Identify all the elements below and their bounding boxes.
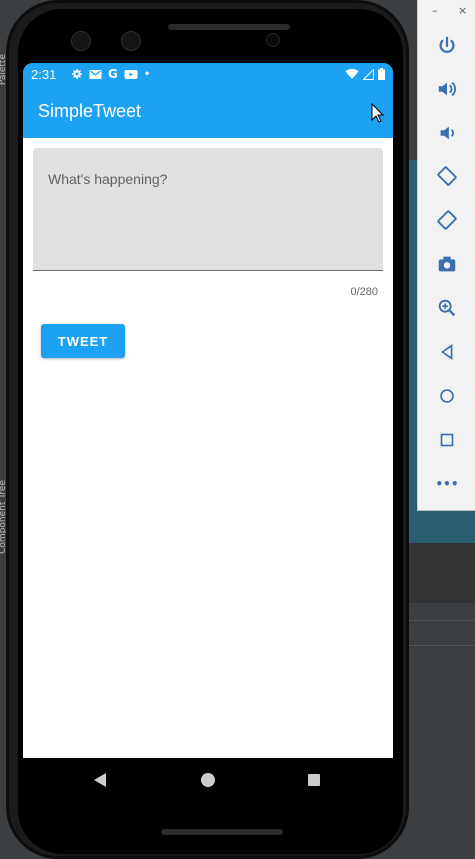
emulator-toolbar: – × ••• bbox=[417, 0, 475, 511]
front-sensor bbox=[121, 31, 141, 51]
youtube-icon bbox=[124, 69, 138, 79]
status-bar: 2:31 G • bbox=[23, 63, 393, 87]
notification-icons: G • bbox=[71, 67, 150, 81]
signal-icon bbox=[363, 68, 374, 80]
back-icon[interactable] bbox=[433, 338, 461, 366]
status-time: 2:31 bbox=[31, 67, 57, 82]
more-icon[interactable]: ••• bbox=[433, 470, 461, 498]
home-icon[interactable] bbox=[433, 382, 461, 410]
gmail-icon bbox=[89, 69, 102, 79]
front-camera bbox=[71, 31, 91, 51]
power-icon[interactable] bbox=[433, 32, 461, 60]
compose-placeholder: What's happening? bbox=[48, 171, 168, 187]
wifi-icon bbox=[345, 68, 359, 79]
navigation-bar bbox=[23, 758, 393, 802]
zoom-icon[interactable] bbox=[433, 294, 461, 322]
phone-speaker bbox=[168, 24, 290, 30]
minimize-button[interactable]: – bbox=[432, 4, 438, 17]
rotate-left-icon[interactable] bbox=[433, 162, 461, 190]
rotate-right-icon[interactable] bbox=[433, 206, 461, 234]
mouse-cursor-icon bbox=[371, 103, 385, 123]
character-counter: 0/280 bbox=[350, 286, 378, 298]
nav-back-icon[interactable] bbox=[94, 773, 106, 787]
ide-band bbox=[405, 543, 475, 603]
settings-icon bbox=[72, 69, 82, 79]
tweet-compose-field[interactable]: What's happening? bbox=[33, 148, 383, 271]
nav-overview-icon[interactable] bbox=[308, 774, 320, 786]
volume-up-icon[interactable] bbox=[433, 75, 461, 103]
google-icon: G bbox=[108, 67, 118, 81]
system-status-icons bbox=[345, 68, 385, 80]
volume-down-icon[interactable] bbox=[433, 119, 461, 147]
battery-icon bbox=[378, 68, 385, 80]
ide-divider bbox=[405, 620, 475, 621]
tweet-button[interactable]: TWEET bbox=[41, 324, 125, 358]
device-screen: 2:31 G • SimpleTweet What's happening? 0… bbox=[23, 63, 393, 801]
app-bar: SimpleTweet bbox=[23, 87, 393, 138]
ide-divider bbox=[405, 645, 475, 646]
emulator-window-controls: – × bbox=[418, 4, 475, 20]
camera-icon[interactable] bbox=[433, 250, 461, 278]
proximity-sensor bbox=[266, 33, 280, 47]
phone-bottom-speaker bbox=[161, 829, 283, 835]
dot-icon: • bbox=[143, 68, 151, 80]
overview-icon[interactable] bbox=[433, 426, 461, 454]
nav-home-icon[interactable] bbox=[201, 773, 215, 787]
app-title: SimpleTweet bbox=[38, 101, 142, 121]
close-button[interactable]: × bbox=[458, 4, 467, 17]
